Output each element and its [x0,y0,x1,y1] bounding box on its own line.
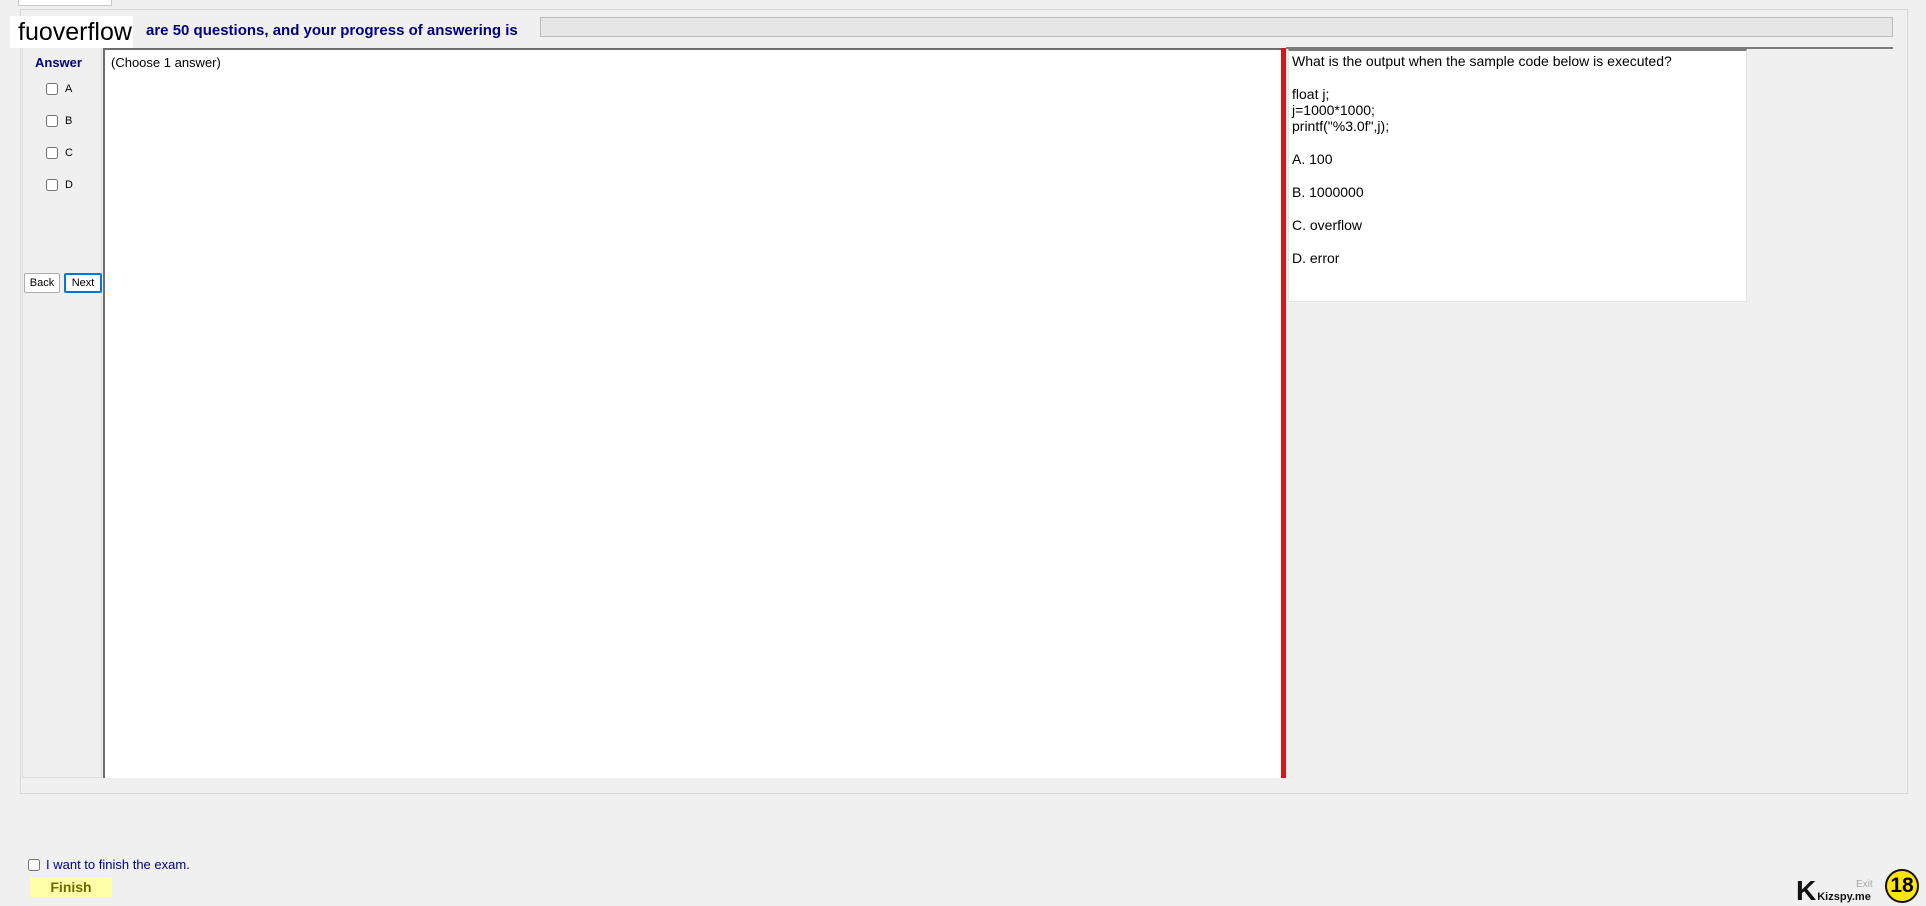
choose-hint: (Choose 1 answer) [111,55,221,70]
exit-link[interactable]: Exit [1856,879,1873,890]
brand-name: Kizspy.me [1817,891,1871,903]
answer-checkbox-c[interactable] [46,147,58,159]
answer-option-label: A [65,83,73,95]
question-pane [103,48,1283,778]
code-line: float j; [1292,86,1330,102]
answer-title: Answer [35,55,82,70]
finish-confirm-label: I want to finish the exam. [46,857,190,872]
question-prompt: What is the output when the sample code … [1292,53,1672,69]
next-button[interactable]: Next [64,273,102,293]
answer-option-b[interactable]: B [46,115,72,127]
choice-b: B. 1000000 [1292,184,1364,200]
answer-option-label: C [65,147,73,159]
top-tab[interactable] [18,0,112,6]
k-logo-icon: K [1796,875,1817,906]
answer-option-label: B [65,115,73,127]
answer-option-d[interactable]: D [46,179,73,191]
answer-option-label: D [65,179,73,191]
choice-a: A. 100 [1292,151,1333,167]
pane-splitter[interactable] [1281,48,1286,778]
answer-checkbox-a[interactable] [46,83,58,95]
finish-button[interactable]: Finish [30,877,112,897]
choice-c: C. overflow [1292,217,1363,233]
code-line: j=1000*1000; [1292,102,1375,118]
choice-d: D. error [1292,250,1340,266]
finish-confirm-checkbox[interactable] [28,858,40,871]
finish-confirm[interactable]: I want to finish the exam. [28,857,190,872]
code-line: printf("%3.0f",j); [1292,118,1390,134]
answer-checkbox-d[interactable] [46,179,58,191]
watermark-label: fuoverflow [10,16,133,48]
progress-text: are 50 questions, and your progress of a… [146,22,518,39]
counter-badge: 18 [1885,869,1919,903]
progress-bar [540,17,1893,37]
answer-option-a[interactable]: A [46,83,72,95]
back-button[interactable]: Back [24,273,60,293]
question-box: What is the output when the sample code … [1288,49,1747,302]
answer-option-c[interactable]: C [46,147,73,159]
answer-checkbox-b[interactable] [46,115,58,127]
